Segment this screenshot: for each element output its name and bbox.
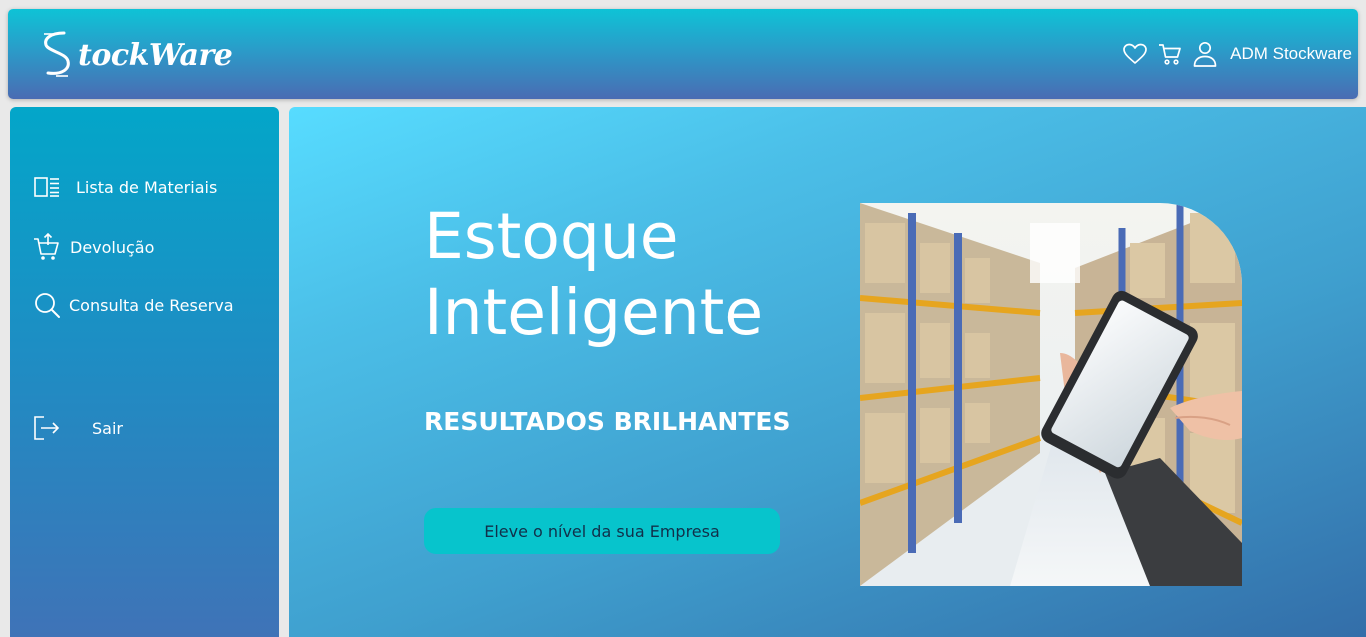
hero-section: Estoque Inteligente RESULTADOS BRILHANTE…: [289, 107, 1366, 637]
hero-title-line2: Inteligente: [424, 276, 764, 349]
sidebar-item-label: Sair: [92, 418, 123, 438]
hero-title-line1: Estoque: [424, 200, 679, 273]
sidebar-item-label: Lista de Materiais: [76, 177, 218, 197]
user-name[interactable]: ADM Stockware: [1230, 44, 1352, 64]
list-icon: [32, 173, 62, 201]
cta-button[interactable]: Eleve o nível da sua Empresa: [424, 508, 780, 554]
cart-return-icon: [32, 232, 62, 261]
hero-subtitle: RESULTADOS BRILHANTES: [424, 407, 791, 436]
top-header: tockWare ADM Stockware: [8, 9, 1358, 99]
warehouse-tablet-photo: [860, 203, 1242, 586]
sidebar: Lista de Materiais Devolução Consulta de…: [10, 107, 279, 637]
sidebar-item-consulta-de-reserva[interactable]: Consulta de Reserva: [32, 291, 234, 319]
sidebar-item-label: Devolução: [70, 237, 155, 257]
user-icon[interactable]: [1193, 41, 1217, 67]
logo-wordmark: tockWare: [78, 37, 233, 73]
stockware-logo[interactable]: tockWare: [38, 29, 233, 81]
sidebar-item-label: Consulta de Reserva: [69, 295, 234, 315]
cart-icon[interactable]: [1158, 42, 1182, 66]
sidebar-item-devolucao[interactable]: Devolução: [32, 232, 155, 261]
logo-s-icon: [44, 31, 70, 77]
logout-icon: [32, 414, 62, 442]
hero-title: Estoque Inteligente: [424, 199, 763, 351]
header-actions: ADM Stockware: [1123, 39, 1352, 69]
sidebar-item-sair[interactable]: Sair: [32, 414, 123, 442]
sidebar-item-lista-de-materiais[interactable]: Lista de Materiais: [32, 173, 217, 201]
heart-icon[interactable]: [1123, 42, 1147, 66]
search-icon: [32, 291, 62, 319]
